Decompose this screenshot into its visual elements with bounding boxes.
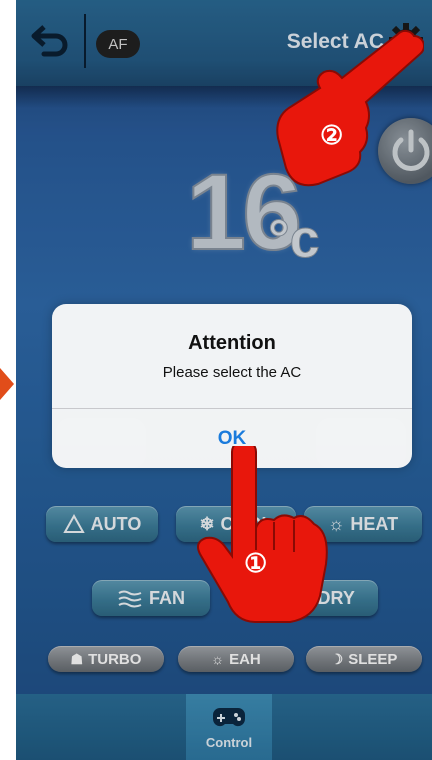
phone-screen: AF Select AC 16 °c AUTO ❄ ☼ HEAT FAN DRY…: [16, 0, 432, 760]
step1-marker: ①: [244, 548, 268, 578]
step2-marker: ②: [320, 120, 344, 150]
pointing-hand-icon: [276, 29, 424, 187]
pointer-arrow-icon: [0, 368, 14, 400]
attention-dialog: Attention Please select the AC OK: [52, 304, 412, 468]
dialog-title: Attention: [188, 332, 276, 354]
dialog-message: Please select the AC: [162, 364, 302, 381]
pointing-hand-icon: [197, 446, 328, 623]
